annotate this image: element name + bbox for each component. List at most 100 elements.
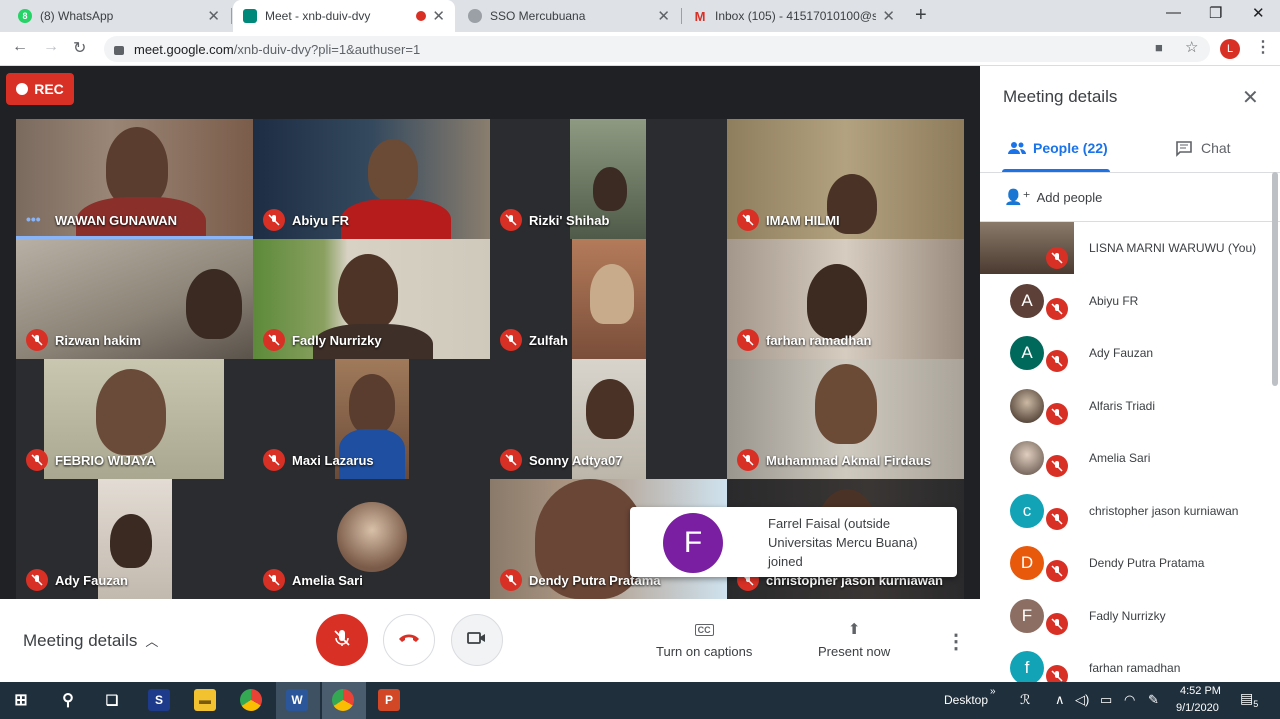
tab-sso[interactable]: SSO Mercubuana ✕ (458, 0, 680, 32)
tab-chat[interactable]: Chat (1175, 140, 1231, 157)
notification-center-icon[interactable]: ▤5 (1240, 690, 1258, 709)
participant-name: christopher jason kurniawan (1089, 503, 1239, 518)
people-icon[interactable]: ℛ (1020, 692, 1030, 708)
participant-tile[interactable]: ••• WAWAN GUNAWAN (16, 119, 253, 239)
reload-icon[interactable]: ↻ (73, 38, 86, 58)
mic-off-icon (1046, 297, 1068, 320)
desktop-toolbar-label[interactable]: Desktop (944, 693, 988, 707)
microphone-toggle-button[interactable] (316, 614, 368, 666)
audio-level-icon: ••• (26, 211, 41, 227)
participant-tile[interactable]: IMAM HILMI (727, 119, 964, 239)
participant-name: Fadly Nurrizky (1089, 608, 1166, 623)
people-list-scrollbar[interactable] (1272, 172, 1278, 386)
new-tab-icon[interactable]: + (915, 4, 927, 27)
tab-whatsapp[interactable]: 8 (8) WhatsApp ✕ (8, 0, 230, 32)
closed-captions-icon: CC (656, 620, 752, 638)
chrome-icon[interactable] (240, 689, 262, 711)
participant-name: Alfaris Triadi (1089, 398, 1156, 413)
app-icon[interactable]: S (148, 689, 170, 711)
leave-call-button[interactable] (383, 614, 435, 666)
close-icon[interactable]: ✕ (207, 7, 220, 25)
participant-name: Fadly Nurrizky (292, 333, 382, 348)
clock-date[interactable]: 9/1/2020 (1176, 702, 1219, 714)
search-icon[interactable]: ⚲ (57, 689, 79, 711)
participant-tile[interactable]: FEBRIO WIJAYA (16, 359, 253, 479)
camera-icon[interactable]: ■ (1155, 40, 1163, 55)
word-icon[interactable]: W (286, 689, 308, 711)
participant-tile[interactable]: Amelia Sari (253, 479, 490, 599)
mic-off-icon (263, 449, 285, 471)
maximize-icon[interactable]: ❐ (1209, 4, 1222, 22)
list-item[interactable]: c christopher jason kurniawan (980, 485, 1280, 538)
list-item[interactable]: Amelia Sari (980, 432, 1280, 485)
windows-start-icon[interactable]: ⊞ (10, 689, 32, 711)
participant-tile[interactable]: Rizki' Shihab (490, 119, 727, 239)
mic-off-icon (263, 209, 285, 231)
people-list: LISNA MARNI WARUWU (You) A Abiyu FR A Ad… (980, 222, 1280, 695)
url-path: /xnb-duiv-dvy?pli=1&authuser=1 (233, 41, 421, 57)
list-item[interactable]: A Ady Fauzan (980, 327, 1280, 380)
list-item[interactable]: D Dendy Putra Pratama (980, 537, 1280, 590)
mic-off-icon (263, 329, 285, 351)
close-icon[interactable]: ✕ (882, 7, 895, 25)
close-icon[interactable]: ✕ (1242, 85, 1259, 110)
avatar: f (1010, 651, 1044, 685)
join-notification: F Farrel Faisal (outside Universitas Mer… (630, 507, 957, 577)
participant-tile[interactable]: Abiyu FR (253, 119, 490, 239)
mic-off-icon (500, 449, 522, 471)
list-item[interactable]: LISNA MARNI WARUWU (You) (980, 222, 1280, 275)
present-now-button[interactable]: ⬆ Present now (818, 620, 890, 659)
tab-meet[interactable]: Meet - xnb-duiv-dvy ✕ (233, 0, 455, 32)
participant-name: Abiyu FR (292, 213, 350, 228)
participant-tile[interactable]: Zulfah (490, 239, 727, 359)
window-close-icon[interactable]: ✕ (1252, 4, 1265, 22)
participant-tile[interactable]: farhan ramadhan (727, 239, 964, 359)
people-icon (1007, 141, 1027, 155)
powerpoint-icon[interactable]: P (378, 689, 400, 711)
list-item[interactable]: A Abiyu FR (980, 275, 1280, 328)
more-options-icon[interactable]: ⋮ (946, 629, 966, 654)
task-view-icon[interactable]: ❏ (101, 689, 123, 711)
participant-tile[interactable]: Ady Fauzan (16, 479, 253, 599)
forward-icon[interactable]: → (43, 38, 59, 56)
meeting-details-button[interactable]: Meeting details ︿ (23, 631, 158, 651)
profile-avatar[interactable]: L (1220, 39, 1240, 59)
chevron-right-icon[interactable]: » (990, 686, 996, 697)
tab-gmail[interactable]: M Inbox (105) - 41517010100@stud ✕ (683, 0, 905, 32)
panel-title: Meeting details (1003, 87, 1118, 106)
participant-name: FEBRIO WIJAYA (55, 453, 156, 468)
add-people-button[interactable]: 👤⁺ Add people (1004, 188, 1102, 206)
mic-off-icon (1046, 560, 1068, 582)
list-item[interactable]: F Fadly Nurrizky (980, 590, 1280, 643)
participant-tile[interactable]: Fadly Nurrizky (253, 239, 490, 359)
list-item[interactable]: Alfaris Triadi (980, 380, 1280, 433)
volume-icon[interactable]: ◁) (1075, 692, 1089, 708)
participant-tile[interactable]: Maxi Lazarus (253, 359, 490, 479)
captions-button[interactable]: CC Turn on captions (656, 620, 752, 659)
wifi-icon[interactable]: ◠ (1124, 692, 1135, 708)
address-bar[interactable]: meet.google.com/xnb-duiv-dvy?pli=1&authu… (104, 36, 1210, 62)
participant-tile[interactable]: Rizwan hakim (16, 239, 253, 359)
file-explorer-icon[interactable]: ▬ (194, 689, 216, 711)
camera-toggle-button[interactable] (451, 614, 503, 666)
avatar: A (1010, 283, 1044, 318)
participant-name: IMAM HILMI (766, 213, 840, 228)
pen-icon[interactable]: ✎ (1148, 692, 1159, 708)
close-icon[interactable]: ✕ (432, 7, 445, 25)
back-icon[interactable]: ← (12, 38, 28, 56)
battery-icon[interactable]: ▭ (1100, 692, 1112, 708)
tab-people[interactable]: People (22) (1007, 140, 1108, 156)
avatar: F (663, 513, 723, 573)
menu-kebab-icon[interactable]: ⋮ (1255, 37, 1271, 57)
participant-tile[interactable]: Muhammad Akmal Firdaus (727, 359, 964, 479)
bookmark-star-icon[interactable]: ☆ (1185, 38, 1198, 56)
participant-name: WAWAN GUNAWAN (55, 213, 178, 228)
participant-name: Dendy Putra Pratama (1089, 556, 1205, 570)
participant-tile[interactable]: Sonny Adtya07 (490, 359, 727, 479)
close-icon[interactable]: ✕ (657, 7, 670, 25)
minimize-icon[interactable]: — (1166, 4, 1181, 21)
chevron-up-icon[interactable]: ∧ (1055, 692, 1065, 708)
clock-time[interactable]: 4:52 PM (1180, 685, 1221, 697)
screen: 8 (8) WhatsApp ✕ Meet - xnb-duiv-dvy ✕ S… (0, 0, 1280, 719)
chrome-profile-icon[interactable] (332, 689, 354, 711)
